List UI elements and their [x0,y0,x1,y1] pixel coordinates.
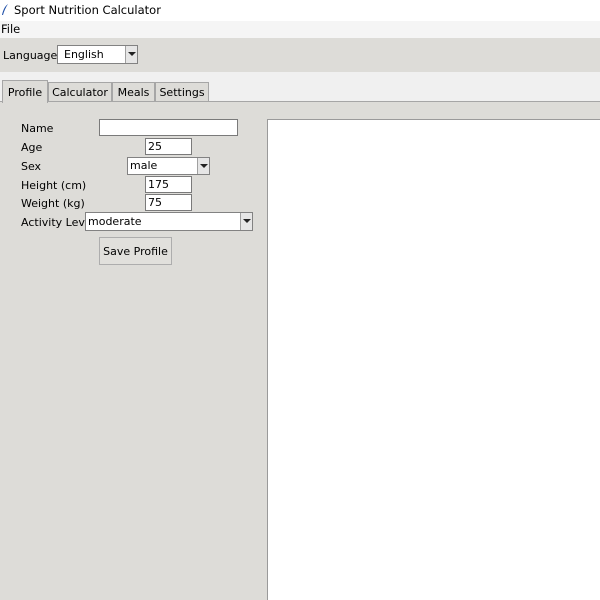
language-label: Language [3,49,58,62]
title-bar: Sport Nutrition Calculator [0,0,600,21]
language-select[interactable]: English [57,45,138,64]
activity-level-select[interactable]: moderate [85,212,253,231]
sex-select-value: male [130,159,158,172]
weight-field-value: 75 [148,196,162,209]
age-field-value: 25 [148,140,162,153]
chevron-down-icon[interactable] [125,46,137,63]
name-label: Name [21,122,54,135]
content-canvas [267,119,600,600]
tab-settings[interactable]: Settings [155,82,209,102]
window-title: Sport Nutrition Calculator [14,3,161,17]
menu-file[interactable]: File [1,22,20,36]
language-bar: Language English [0,38,600,72]
weight-label: Weight (kg) [21,197,85,210]
chevron-down-icon[interactable] [240,213,252,230]
weight-field[interactable]: 75 [145,194,192,211]
name-field[interactable] [99,119,238,136]
save-profile-button[interactable]: Save Profile [99,237,172,265]
age-field[interactable]: 25 [145,138,192,155]
activity-level-label: Activity Level [21,216,95,229]
tab-profile[interactable]: Profile [2,80,48,103]
activity-level-value: moderate [88,215,142,228]
height-field[interactable]: 175 [145,176,192,193]
chevron-down-icon[interactable] [197,158,209,174]
tab-calculator[interactable]: Calculator [48,82,112,102]
menu-bar: File [0,21,600,38]
tab-divider [0,101,600,102]
sex-label: Sex [21,160,42,173]
feather-icon [2,4,8,15]
tab-meals[interactable]: Meals [112,82,155,102]
height-field-value: 175 [148,178,169,191]
separator [0,72,600,80]
tab-bar: Profile Calculator Meals Settings [0,80,600,103]
height-label: Height (cm) [21,179,87,192]
notebook: Profile Calculator Meals Settings Name A… [0,80,600,600]
language-select-value: English [64,48,104,61]
sex-select[interactable]: male [127,157,210,175]
age-label: Age [21,141,43,154]
